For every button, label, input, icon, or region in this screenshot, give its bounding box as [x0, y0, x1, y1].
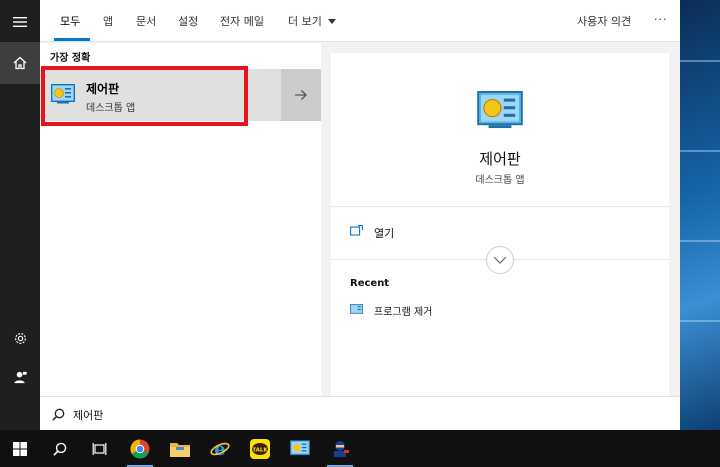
- chrome-icon[interactable]: [120, 430, 160, 467]
- more-options-button[interactable]: ···: [654, 13, 668, 26]
- detail-pane: 제어판 데스크톱 앱 열기 Recent 프로그램 제거: [331, 53, 669, 396]
- tab-email[interactable]: 전자 메일: [220, 13, 264, 29]
- search-box[interactable]: 제어판: [40, 396, 680, 430]
- divider: [331, 206, 669, 207]
- kakaotalk-icon[interactable]: TALK: [240, 430, 280, 467]
- home-icon[interactable]: [0, 42, 40, 84]
- control-panel-icon[interactable]: [280, 430, 320, 467]
- user-account-icon[interactable]: [0, 357, 40, 397]
- search-input-text[interactable]: 제어판: [73, 407, 103, 423]
- svg-text:TALK: TALK: [252, 447, 268, 453]
- app-icon[interactable]: [320, 430, 360, 467]
- search-panel: 모두 앱 문서 설정 전자 메일 더 보기 사용자 의견 ··· 가장 정확 제…: [40, 0, 680, 430]
- chevron-down-icon: [493, 256, 507, 264]
- windows-start-icon[interactable]: [0, 430, 40, 467]
- settings-gear-icon[interactable]: [0, 318, 40, 358]
- internet-explorer-icon[interactable]: e: [200, 430, 240, 467]
- control-panel-large-icon: [477, 91, 523, 129]
- red-highlight-box: [41, 66, 248, 126]
- dropdown-caret-icon: [328, 19, 337, 24]
- tab-more-label: 더 보기: [288, 15, 322, 28]
- file-explorer-icon[interactable]: [160, 430, 200, 467]
- detail-title: 제어판: [479, 150, 521, 168]
- detail-subtitle: 데스크톱 앱: [475, 175, 525, 186]
- tab-settings[interactable]: 설정: [178, 13, 198, 29]
- task-view-icon[interactable]: [79, 430, 119, 467]
- filter-tab-bar: 모두 앱 문서 설정 전자 메일 더 보기 사용자 의견 ···: [40, 0, 680, 42]
- open-action[interactable]: 열기: [374, 225, 394, 241]
- expand-button[interactable]: [486, 246, 514, 274]
- open-icon: [350, 225, 363, 236]
- best-match-section-label: 가장 정확: [50, 53, 91, 64]
- tab-all[interactable]: 모두: [60, 13, 80, 29]
- control-panel-small-icon: [350, 304, 363, 314]
- results-list: 가장 정확 제어판 데스크톱 앱: [40, 43, 321, 396]
- feedback-button[interactable]: 사용자 의견: [577, 13, 631, 29]
- tab-apps[interactable]: 앱: [103, 13, 113, 29]
- arrow-right-icon: [295, 90, 307, 100]
- search-icon[interactable]: [40, 430, 80, 467]
- start-left-rail: [0, 0, 40, 430]
- desktop-wallpaper: [680, 0, 720, 430]
- recent-section-label: Recent: [350, 278, 390, 289]
- taskbar: e TALK: [0, 430, 720, 467]
- best-match-expand-button[interactable]: [281, 69, 321, 121]
- active-tab-indicator: [54, 38, 90, 41]
- svg-text:e: e: [214, 439, 225, 459]
- tab-documents[interactable]: 문서: [136, 13, 156, 29]
- recent-item-uninstall-program[interactable]: 프로그램 제거: [374, 303, 432, 318]
- search-icon: [52, 408, 65, 421]
- tab-more[interactable]: 더 보기: [288, 13, 337, 29]
- hamburger-icon[interactable]: [0, 2, 40, 42]
